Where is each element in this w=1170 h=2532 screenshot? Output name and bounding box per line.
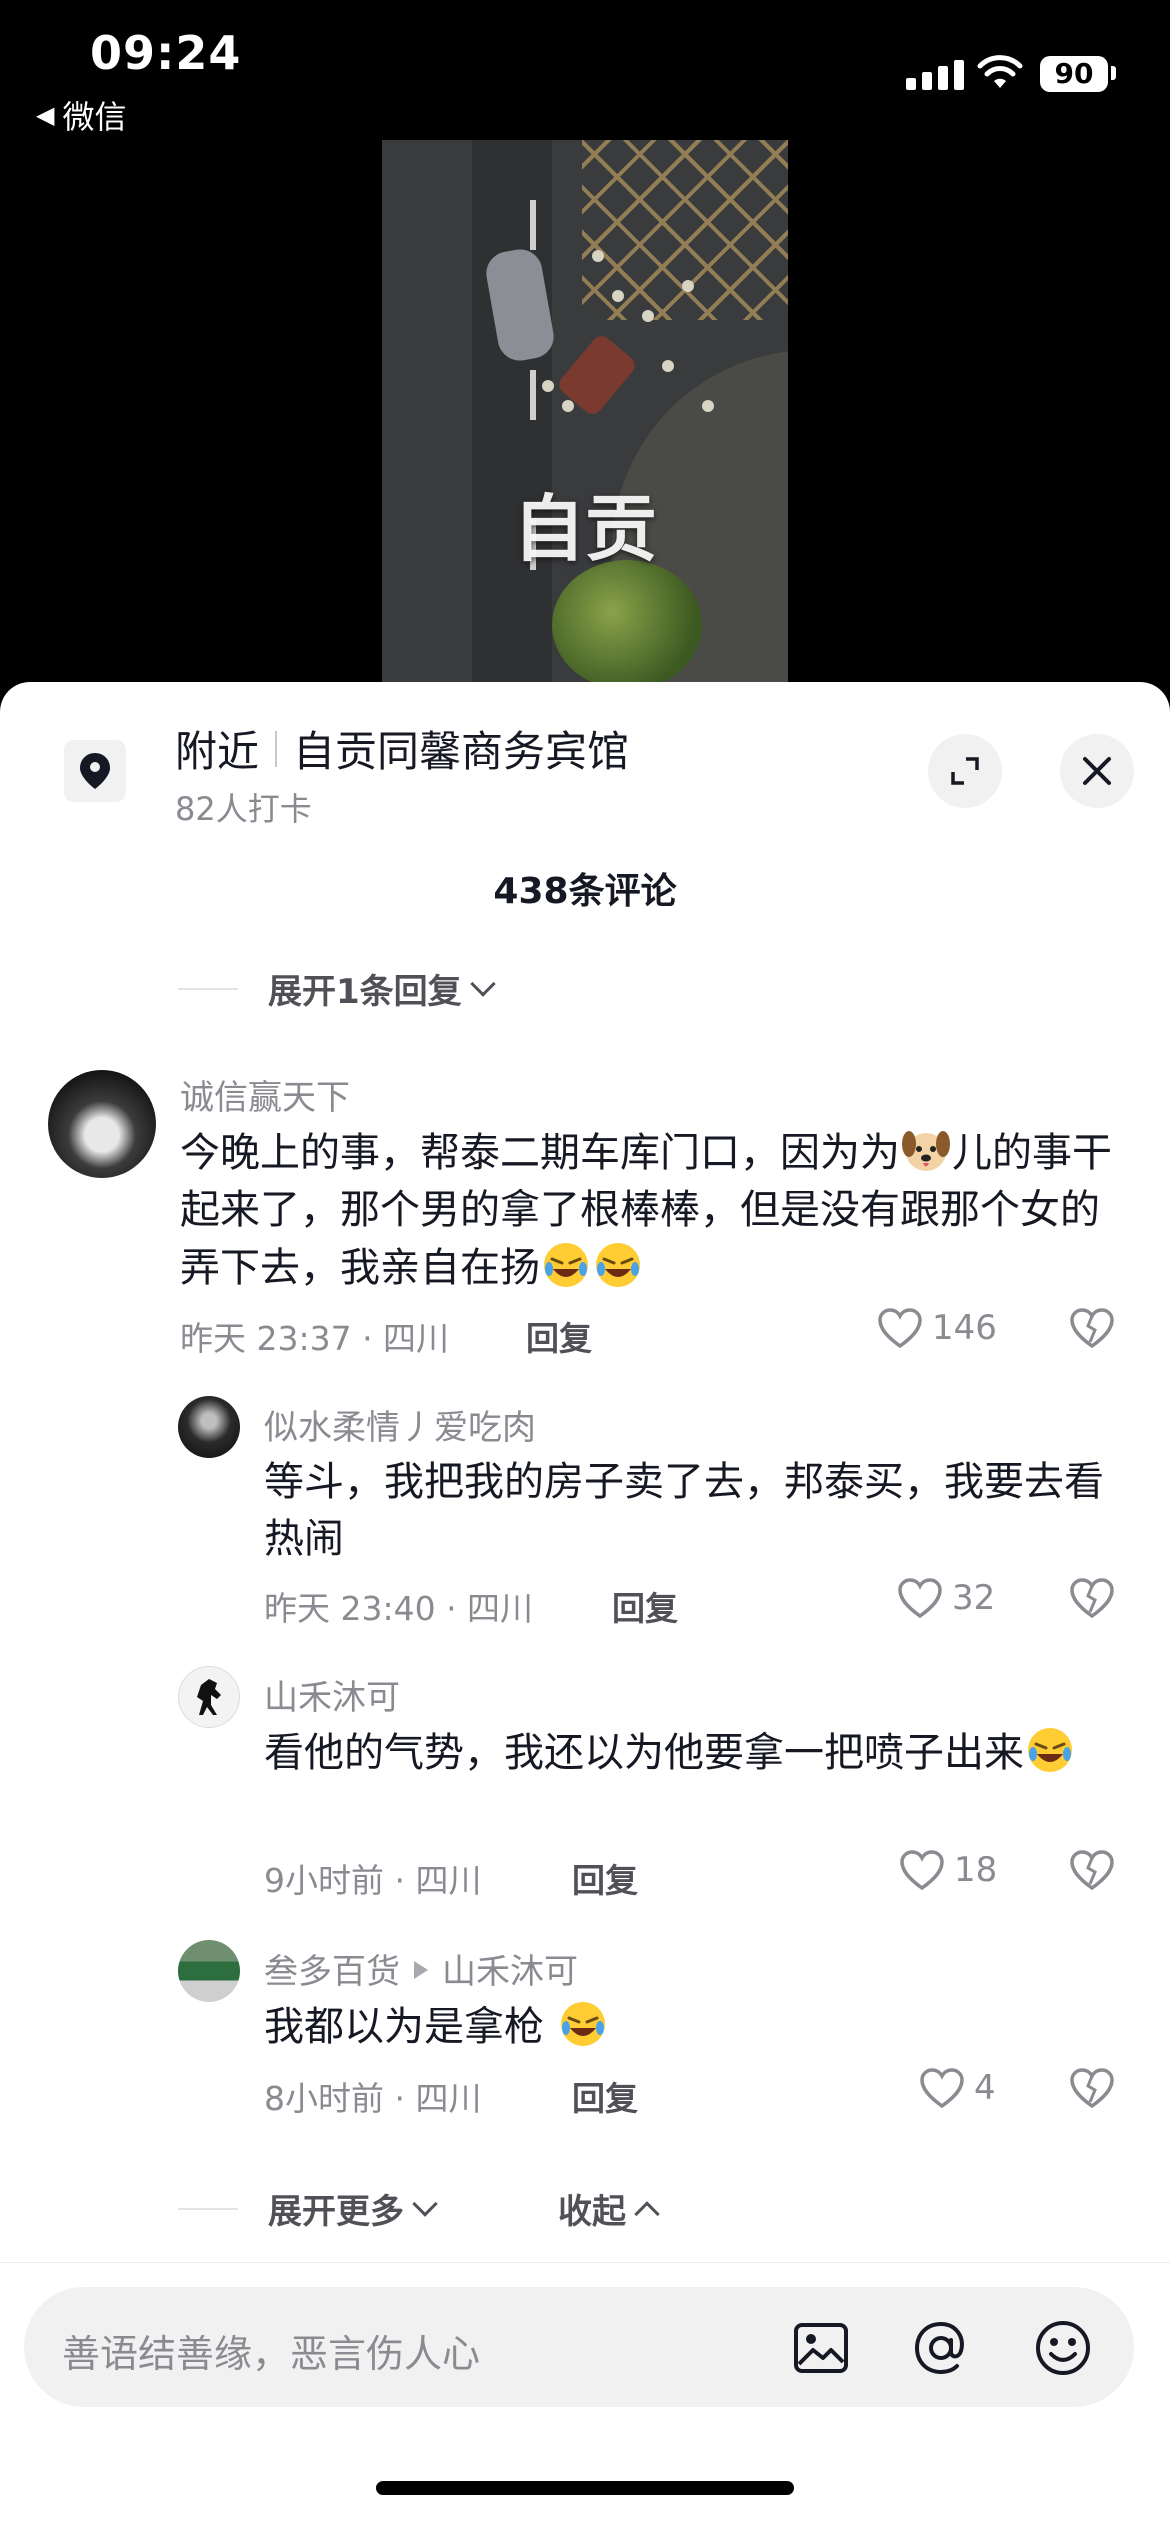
like-count: 4 [974,2068,996,2108]
divider-line [178,987,238,990]
comment-input-placeholder: 善语结善缘，恶言伤人心 [62,2332,481,2376]
expand-icon [951,757,979,785]
broken-heart-icon [1070,1850,1114,1891]
broken-heart-icon [1070,1308,1114,1349]
home-indicator[interactable] [376,2481,794,2495]
rolling-laughing-emoji [560,2002,605,2046]
expand-more-label: 展开更多 [268,2192,404,2232]
collapse-button[interactable]: 收起 [558,2184,660,2233]
back-to-app-button[interactable]: ◀ 微信 [36,92,126,138]
like-button[interactable]: 146 [876,1306,997,1350]
battery-level: 90 [1040,56,1108,92]
reply-text: 等斗，我把我的房子卖了去，邦泰买，我要去看热闹 [264,1459,1104,1562]
chevron-up-icon [634,2200,660,2227]
reply-author[interactable]: 似水柔情丿爱吃肉 [264,1400,536,1449]
image-button[interactable] [790,2317,852,2379]
comment-input[interactable]: 善语结善缘，恶言伤人心 [24,2287,1134,2407]
at-icon [914,2321,964,2375]
video-road [472,140,552,700]
divider-line [178,2207,238,2210]
video-frame[interactable]: 自贡 [382,140,788,700]
comment-author[interactable]: 诚信赢天下 [180,1070,350,1119]
location-name: 自贡同馨商务宾馆 [293,727,630,776]
chevron-down-icon [469,970,496,997]
dislike-button[interactable] [1068,1576,1116,1624]
expand-replies-label: 展开1条回复 [268,972,462,1012]
reply-text-content: 看他的气势，我还以为他要拿一把喷子出来 [264,1730,1024,1776]
status-bar: 09:24 ◀ 微信 90 [0,0,1170,140]
back-app-label: 微信 [62,98,127,136]
image-icon [794,2323,848,2373]
location-title[interactable]: 附近 自贡同馨商务宾馆 [175,718,629,779]
heart-icon [898,1578,942,1619]
like-button[interactable]: 32 [896,1576,995,1620]
reply-to-arrow-icon [414,1961,428,1979]
location-nearby-label: 附近 [175,727,260,776]
comment-meta: 昨天 23:37 · 四川 [180,1319,450,1358]
reply-text: 我都以为是拿枪 [264,1998,1114,2056]
video-caption: 自贡 [512,487,657,571]
reply-meta: 昨天 23:40 · 四川 [264,1589,534,1628]
battery-tip [1111,66,1116,80]
reply-meta: 8小时前 · 四川 [264,2079,482,2118]
status-time: 09:24 [90,26,242,80]
broken-heart-icon [1070,2068,1114,2109]
heart-icon [920,2068,964,2109]
dislike-button[interactable] [1068,1848,1116,1896]
broken-heart-icon [1070,1578,1114,1619]
reply-author-line: 叁多百货 山禾沐可 [264,1944,578,1993]
avatar[interactable] [178,1396,240,1458]
video-player[interactable]: 自贡 [0,140,1170,700]
avatar[interactable] [48,1070,156,1178]
reply-button[interactable]: 回复 [572,2072,638,2120]
comment-input-bar: 善语结善缘，恶言伤人心 [0,2262,1170,2532]
like-button[interactable]: 4 [918,2066,996,2110]
reply-text-content: 我都以为是拿枪 [264,2004,544,2050]
rolling-laughing-emoji [596,1243,640,1287]
avatar[interactable] [178,1940,240,2002]
expand-replies-button[interactable]: 展开1条回复 [178,964,496,1013]
comment-text-part-1: 今晚上的事，帮泰二期车库门口，因为为 [180,1130,900,1176]
video-tree [552,560,702,690]
avatar[interactable] [178,1666,240,1728]
horse-icon [197,1679,221,1715]
like-count: 18 [954,1850,998,1890]
reply-meta: 9小时前 · 四川 [264,1861,482,1900]
back-arrow-icon: ◀ [36,101,55,129]
location-checkins: 82人打卡 [175,790,312,828]
reply-author[interactable]: 山禾沐可 [264,1670,400,1719]
location-divider [275,730,278,767]
reply-button[interactable]: 回复 [572,1854,638,1902]
reply-button[interactable]: 回复 [612,1582,678,1630]
reply-to-author[interactable]: 山禾沐可 [442,1952,578,1992]
collapse-label: 收起 [558,2192,626,2232]
reply-author[interactable]: 叁多百货 [264,1952,400,1992]
rolling-laughing-emoji [544,1243,588,1287]
expand-button[interactable] [928,734,1002,808]
emoji-button[interactable] [1032,2317,1094,2379]
comment-sheet: 附近 自贡同馨商务宾馆 82人打卡 438条评论 展开1条回复 诚信赢天下 今晚… [0,682,1170,2532]
close-icon [1083,757,1111,785]
reply-text: 看他的气势，我还以为他要拿一把喷子出来 [264,1724,1114,1782]
cellular-signal-icon [906,60,964,90]
like-button[interactable]: 18 [898,1848,997,1892]
heart-icon [900,1850,944,1891]
comment-count-title: 438条评论 [493,871,677,912]
like-count: 32 [952,1578,996,1618]
expand-more-button[interactable]: 展开更多 [178,2184,438,2233]
dog-face-emoji [902,1131,950,1171]
dislike-button[interactable] [1068,1306,1116,1354]
emoji-icon [1036,2321,1090,2375]
mention-button[interactable] [910,2317,972,2379]
close-button[interactable] [1060,734,1134,808]
chevron-down-icon [412,2190,438,2217]
reply-button[interactable]: 回复 [526,1312,592,1360]
heart-icon [878,1308,922,1349]
rolling-laughing-emoji [1028,1728,1072,1772]
like-count: 146 [932,1308,997,1348]
comment-text: 今晚上的事，帮泰二期车库门口，因为为 儿的事干起来了，那个男的拿了根棒棒，但是没… [180,1124,1120,1297]
wifi-icon [977,55,1023,88]
dislike-button[interactable] [1068,2066,1116,2114]
location-pin-icon[interactable] [64,740,126,802]
